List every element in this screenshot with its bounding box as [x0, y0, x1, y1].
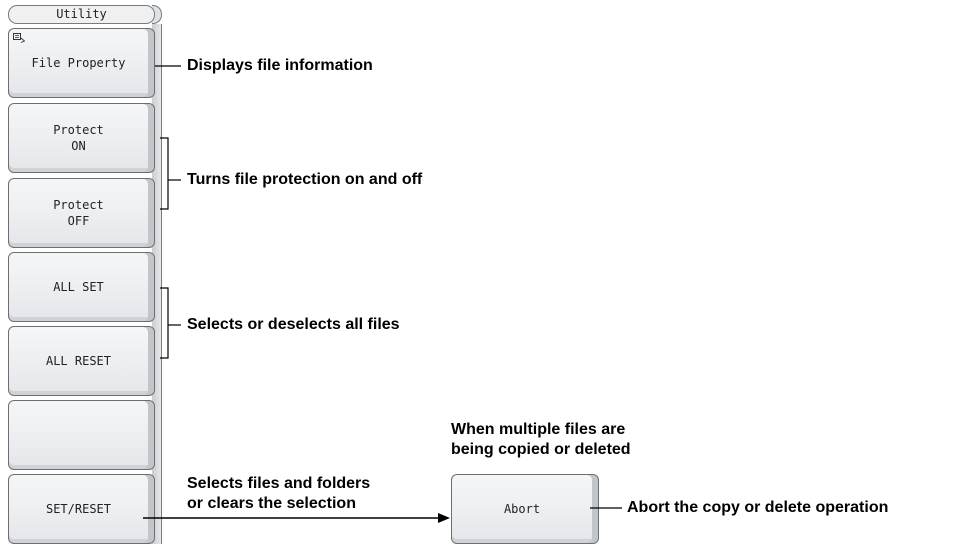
abort-callout: Abort the copy or delete operation	[627, 499, 889, 516]
file-property-callout: Displays file information	[187, 57, 373, 74]
set-reset-arrowhead	[438, 513, 450, 523]
abort-context-callout: When multiple files are being copied or …	[451, 421, 631, 458]
protect-bracket	[160, 137, 169, 210]
protect-callout: Turns file protection on and off	[187, 171, 423, 188]
set-reset-callout: Selects files and folders or clears the …	[187, 475, 371, 512]
callout-lines	[143, 65, 622, 523]
all-set-reset-bracket	[160, 287, 169, 359]
all-set-reset-callout: Selects or deselects all files	[187, 316, 400, 333]
